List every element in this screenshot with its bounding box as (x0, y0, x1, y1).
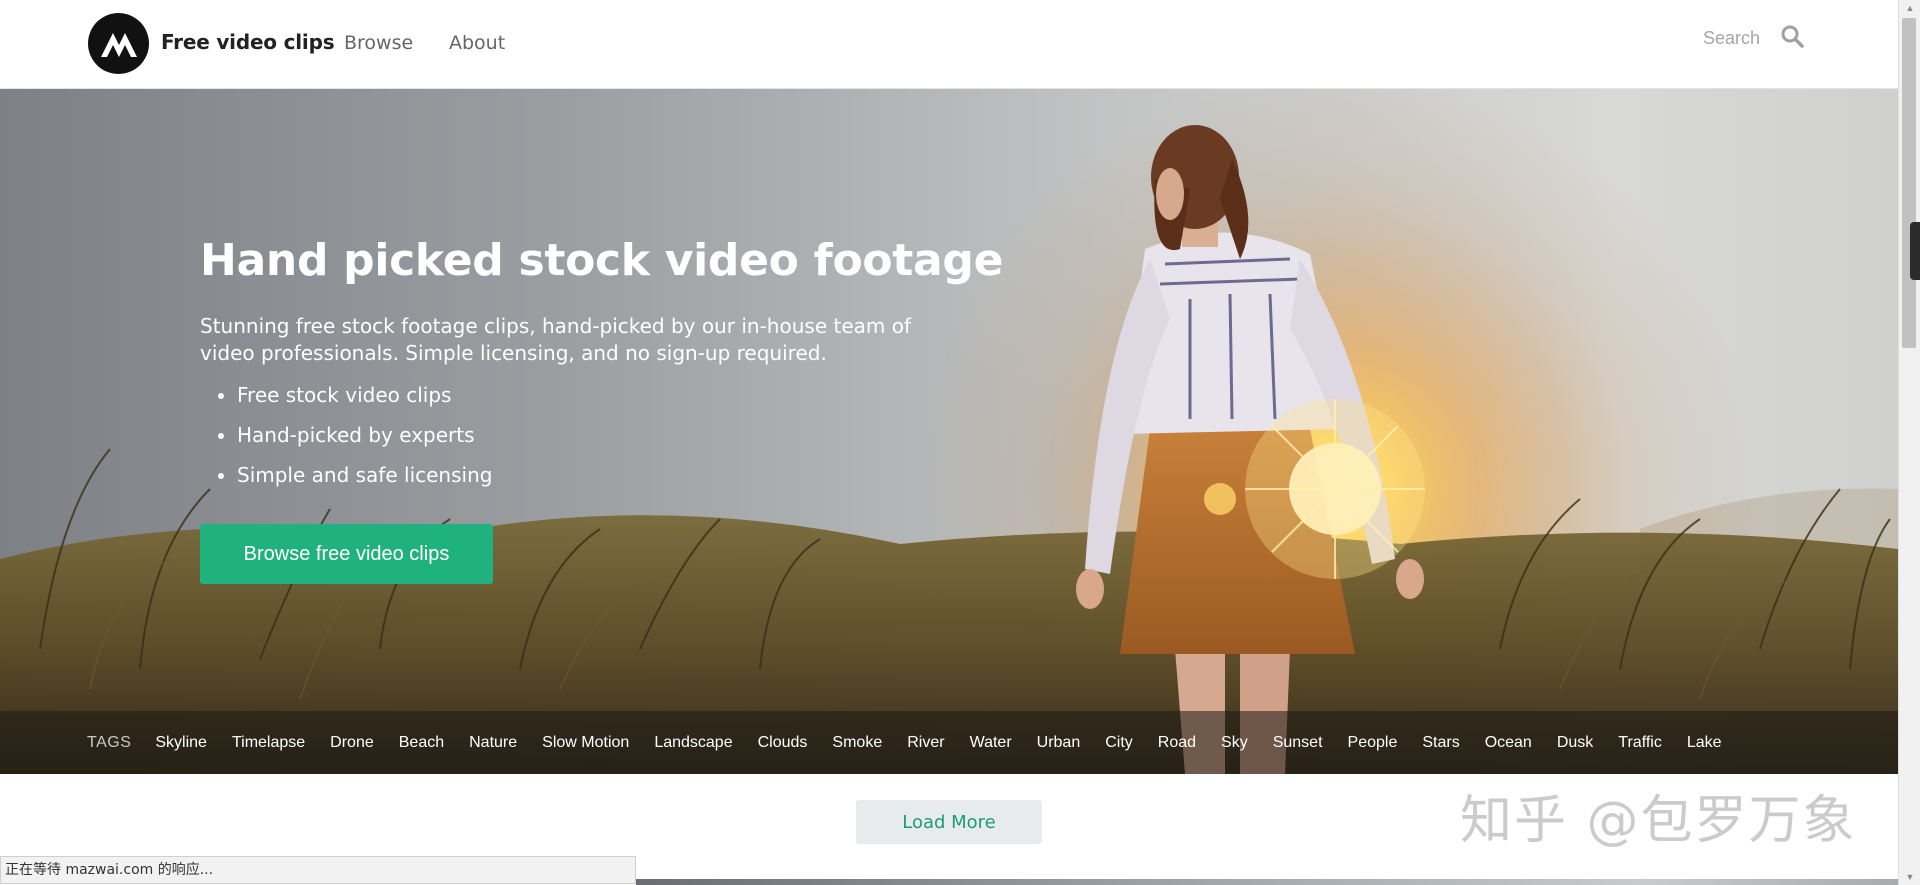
hero-section: Hand picked stock video footage Stunning… (0, 89, 1898, 774)
brand-link[interactable]: Free video clips (161, 30, 335, 54)
tag-nature[interactable]: Nature (469, 734, 517, 752)
hero-bullet: Simple and safe licensing (237, 455, 492, 495)
tag-sunset[interactable]: Sunset (1273, 734, 1323, 752)
search-box (1638, 24, 1804, 53)
scroll-up-arrow-icon[interactable]: ▲ (1899, 0, 1920, 16)
tag-city[interactable]: City (1105, 734, 1133, 752)
tag-slow-motion[interactable]: Slow Motion (542, 734, 629, 752)
tag-river[interactable]: River (907, 734, 944, 752)
tag-drone[interactable]: Drone (330, 734, 374, 752)
logo-icon[interactable] (88, 13, 149, 74)
browse-clips-button[interactable]: Browse free video clips (200, 524, 493, 584)
scroll-thumb[interactable] (1902, 18, 1916, 348)
hero-bullet-list: Free stock video clips Hand-picked by ex… (200, 375, 492, 495)
vertical-scrollbar[interactable]: ▲ ▼ (1898, 0, 1920, 885)
tag-lake[interactable]: Lake (1687, 734, 1722, 752)
scroll-down-arrow-icon[interactable]: ▼ (1899, 869, 1920, 885)
nav-about[interactable]: About (449, 32, 505, 54)
browser-status-bar: 正在等待 mazwai.com 的响应... (0, 856, 636, 884)
tag-stars[interactable]: Stars (1422, 734, 1459, 752)
tags-label: TAGS (87, 733, 132, 751)
tag-landscape[interactable]: Landscape (654, 734, 732, 752)
tag-ocean[interactable]: Ocean (1485, 734, 1532, 752)
tag-clouds[interactable]: Clouds (758, 734, 808, 752)
tag-beach[interactable]: Beach (399, 734, 444, 752)
site-header: Free video clips Browse About (0, 0, 1898, 89)
tag-sky[interactable]: Sky (1221, 734, 1248, 752)
nav-browse[interactable]: Browse (344, 32, 413, 54)
tags-bar: TAGS Skyline Timelapse Drone Beach Natur… (0, 711, 1898, 774)
tag-skyline[interactable]: Skyline (155, 734, 207, 752)
hero-bullet: Free stock video clips (237, 375, 492, 415)
tag-timelapse[interactable]: Timelapse (232, 734, 305, 752)
search-icon[interactable] (1780, 24, 1804, 53)
tag-people[interactable]: People (1348, 734, 1398, 752)
tag-road[interactable]: Road (1158, 734, 1196, 752)
hero-bullet: Hand-picked by experts (237, 415, 492, 455)
watermark-text: 知乎 @包罗万象 (1460, 791, 1857, 851)
hero-title: Hand picked stock video footage (200, 235, 1004, 286)
hero-subtitle: Stunning free stock footage clips, hand-… (200, 314, 911, 365)
search-input[interactable] (1638, 27, 1762, 50)
tag-dusk[interactable]: Dusk (1557, 734, 1593, 752)
tag-traffic[interactable]: Traffic (1618, 734, 1662, 752)
tag-urban[interactable]: Urban (1037, 734, 1081, 752)
next-content-preview (636, 879, 1898, 885)
tag-smoke[interactable]: Smoke (832, 734, 882, 752)
tag-water[interactable]: Water (970, 734, 1012, 752)
side-tab-widget[interactable] (1910, 222, 1920, 280)
load-more-button[interactable]: Load More (856, 800, 1042, 844)
